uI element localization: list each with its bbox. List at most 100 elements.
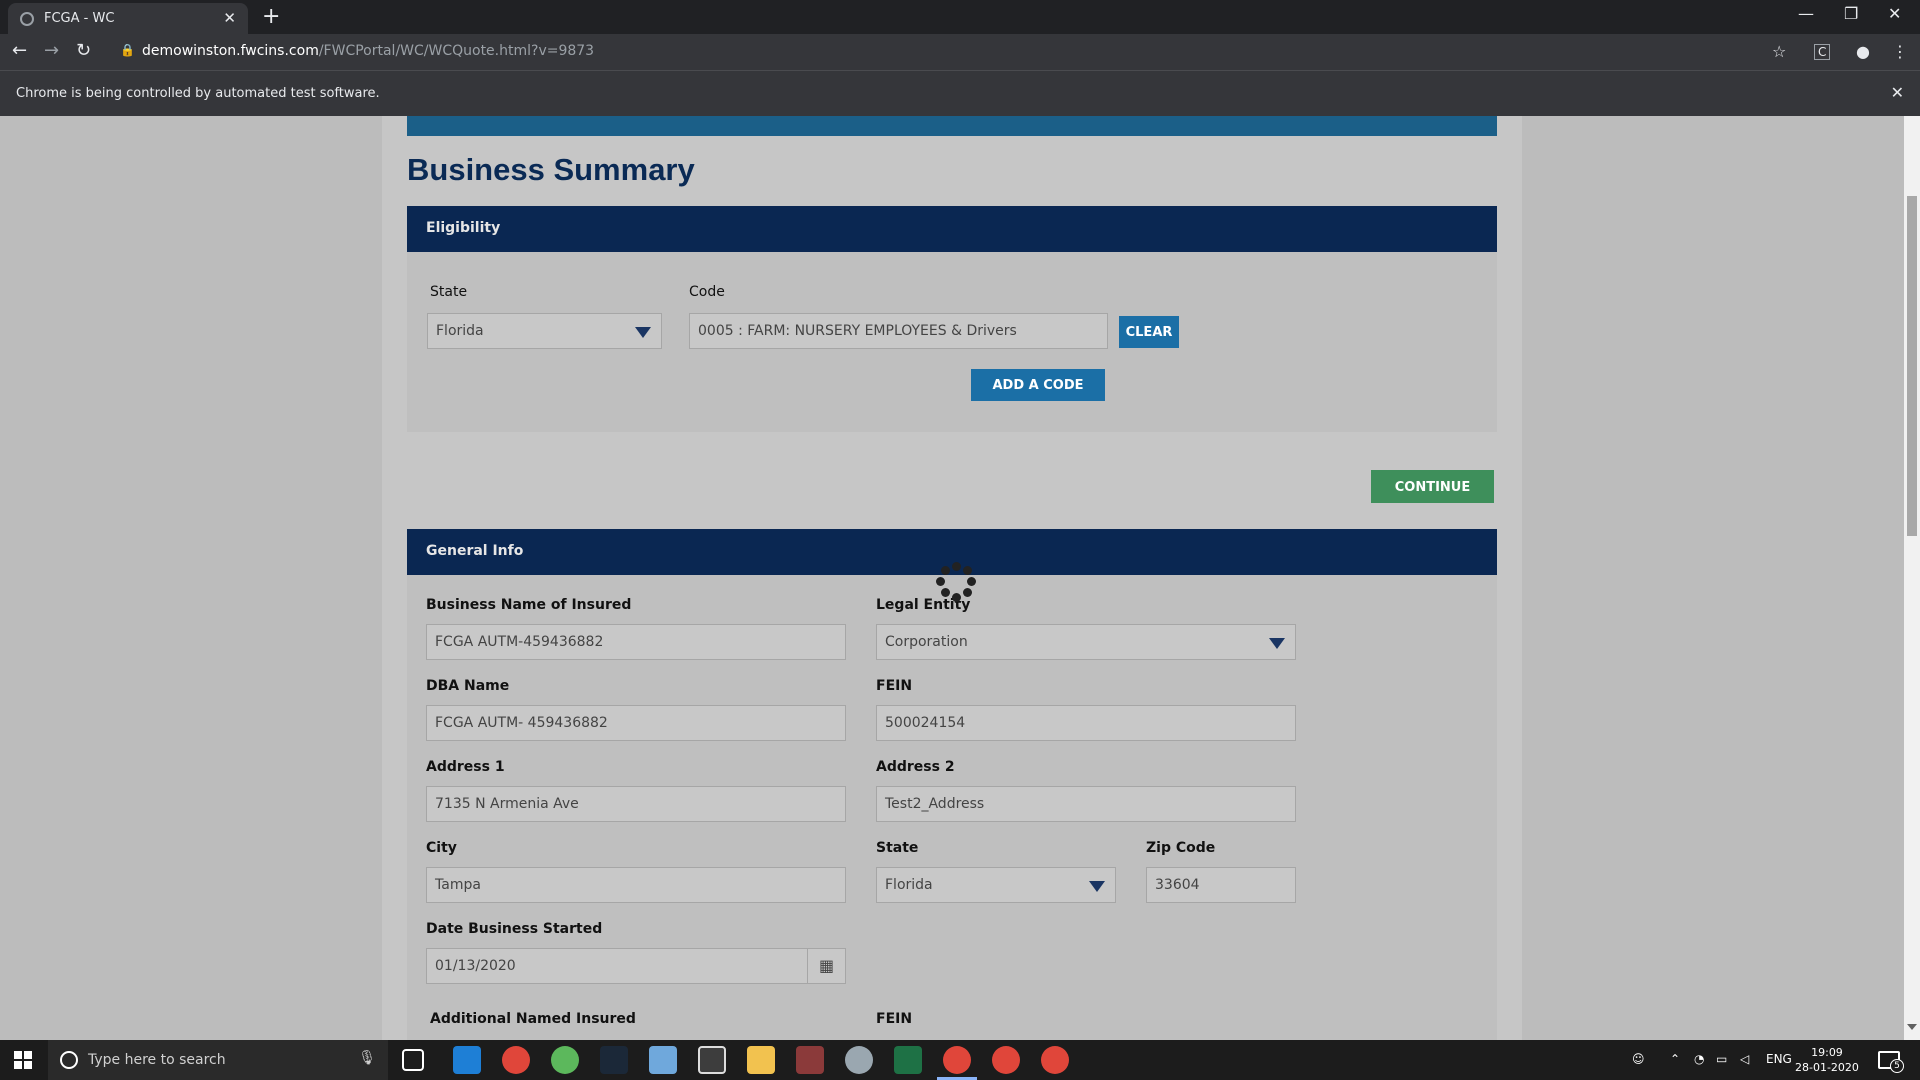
eligibility-header-label: Eligibility — [426, 220, 501, 236]
menu-icon[interactable]: ⋮ — [1892, 42, 1908, 61]
network-icon[interactable]: ◔ — [1694, 1052, 1704, 1066]
address2-label: Address 2 — [876, 759, 955, 775]
additional-insured-label: Additional Named Insured — [430, 1011, 636, 1027]
legal-entity-select[interactable]: Corporation — [876, 624, 1296, 660]
windows-taskbar: Type here to search 🎙 ☺ ⌃ ◔ ▭ ◁ ENG 19:0… — [0, 1040, 1920, 1080]
business-name-input[interactable]: FCGA AUTM-459436882 — [426, 624, 846, 660]
chrome-icon[interactable] — [502, 1046, 530, 1074]
task-view-icon[interactable] — [402, 1049, 424, 1071]
city-label: City — [426, 840, 457, 856]
address-state-value: Florida — [885, 877, 933, 893]
date-started-label: Date Business Started — [426, 921, 603, 937]
edge-icon[interactable] — [453, 1046, 481, 1074]
date-started-input[interactable]: 01/13/2020 — [426, 948, 808, 984]
window-close-icon[interactable]: ✕ — [1888, 4, 1901, 23]
browser-tab[interactable]: FCGA - WC ✕ — [8, 3, 248, 34]
microphone-icon[interactable]: 🎙 — [358, 1050, 376, 1066]
automation-infobar: Chrome is being controlled by automated … — [0, 70, 1920, 116]
star-icon[interactable]: ☆ — [1772, 42, 1786, 61]
address-bar[interactable]: 🔒 demowinston.fwcins.com/FWCPortal/WC/WC… — [108, 39, 1808, 65]
taskbar-search[interactable]: Type here to search 🎙 — [48, 1040, 388, 1080]
restore-icon[interactable]: ❐ — [1844, 4, 1858, 23]
notification-badge: 5 — [1890, 1059, 1904, 1073]
page-title: Business Summary — [407, 152, 695, 187]
dba-label: DBA Name — [426, 678, 510, 694]
city-input[interactable]: Tampa — [426, 867, 846, 903]
back-icon[interactable]: ← — [12, 40, 27, 61]
address-state-select[interactable]: Florida — [876, 867, 1116, 903]
fein-input[interactable]: 500024154 — [876, 705, 1296, 741]
date-started-value: 01/13/2020 — [435, 958, 516, 974]
address1-input[interactable]: 7135 N Armenia Ave — [426, 786, 846, 822]
chevron-down-icon — [635, 327, 651, 338]
calendar-icon[interactable]: ▦ — [808, 948, 846, 984]
chrome-second-icon[interactable] — [992, 1046, 1020, 1074]
photos-icon[interactable] — [698, 1046, 726, 1074]
scroll-down-icon[interactable] — [1907, 1024, 1917, 1030]
url-host: demowinston.fwcins.com — [142, 43, 319, 59]
forward-icon[interactable]: → — [44, 40, 59, 61]
general-info-header-label: General Info — [426, 543, 524, 559]
chevron-up-icon[interactable]: ⌃ — [1670, 1052, 1680, 1066]
profile-icon[interactable]: ● — [1856, 42, 1870, 61]
globe-icon — [20, 12, 34, 26]
top-strip — [407, 116, 1497, 136]
scrollbar-thumb[interactable] — [1907, 196, 1917, 536]
file-explorer-icon[interactable] — [747, 1046, 775, 1074]
volume-icon[interactable]: ◁ — [1740, 1052, 1749, 1066]
utorrent-icon[interactable] — [551, 1046, 579, 1074]
page-scrollbar[interactable] — [1904, 116, 1920, 1040]
people-icon[interactable]: ☺ — [1632, 1052, 1645, 1066]
zip-value: 33604 — [1155, 877, 1200, 893]
clear-button[interactable]: CLEAR — [1119, 316, 1179, 348]
steam-icon[interactable] — [600, 1046, 628, 1074]
chrome-active-icon[interactable] — [937, 1046, 977, 1080]
notepad-icon[interactable] — [649, 1046, 677, 1074]
zip-input[interactable]: 33604 — [1146, 867, 1296, 903]
browser-toolbar: ← → ↻ 🔒 demowinston.fwcins.com/FWCPortal… — [0, 34, 1920, 70]
fein-value: 500024154 — [885, 715, 966, 731]
infobar-close-icon[interactable]: ✕ — [1891, 83, 1904, 102]
code-value: 0005 : FARM: NURSERY EMPLOYEES & Drivers — [698, 323, 1017, 339]
reload-icon[interactable]: ↻ — [76, 40, 91, 61]
windows-start-icon[interactable] — [14, 1051, 32, 1069]
notification-icon[interactable]: 5 — [1878, 1051, 1904, 1073]
tab-title: FCGA - WC — [44, 11, 115, 26]
code-input[interactable]: 0005 : FARM: NURSERY EMPLOYEES & Drivers — [689, 313, 1108, 349]
eligibility-state-select[interactable]: Florida — [427, 313, 662, 349]
dba-value: FCGA AUTM- 459436882 — [435, 715, 608, 731]
add-code-button[interactable]: ADD A CODE — [971, 369, 1105, 401]
chevron-down-icon — [1269, 638, 1285, 649]
address2-value: Test2_Address — [885, 796, 985, 812]
address1-label: Address 1 — [426, 759, 505, 775]
paint-icon[interactable] — [845, 1046, 873, 1074]
dba-input[interactable]: FCGA AUTM- 459436882 — [426, 705, 846, 741]
language-indicator[interactable]: ENG — [1766, 1052, 1792, 1066]
chevron-down-icon — [1089, 881, 1105, 892]
extension-icon[interactable]: C — [1814, 44, 1831, 60]
fein-label: FEIN — [876, 678, 913, 694]
business-name-value: FCGA AUTM-459436882 — [435, 634, 604, 650]
cortana-icon — [60, 1051, 78, 1069]
eligibility-state-value: Florida — [436, 323, 484, 339]
zip-label: Zip Code — [1146, 840, 1216, 856]
additional-fein-label: FEIN — [876, 1011, 913, 1027]
page-viewport: Business Summary Eligibility State Flori… — [0, 116, 1904, 1040]
chrome-third-icon[interactable] — [1041, 1046, 1069, 1074]
legal-entity-value: Corporation — [885, 634, 968, 650]
taskbar-clock[interactable]: 19:09 28-01-2020 — [1795, 1045, 1859, 1075]
tab-close-icon[interactable]: ✕ — [223, 9, 236, 27]
minimize-icon[interactable]: — — [1798, 4, 1814, 23]
browser-titlebar: FCGA - WC ✕ + — ❐ ✕ — [0, 0, 1920, 34]
clock-date: 28-01-2020 — [1795, 1061, 1859, 1074]
new-tab-icon[interactable]: + — [262, 4, 280, 29]
lock-icon: 🔒 — [120, 43, 135, 57]
battery-icon[interactable]: ▭ — [1716, 1052, 1727, 1066]
city-value: Tampa — [435, 877, 481, 893]
address2-input[interactable]: Test2_Address — [876, 786, 1296, 822]
game-icon[interactable] — [796, 1046, 824, 1074]
excel-icon[interactable] — [894, 1046, 922, 1074]
continue-button[interactable]: CONTINUE — [1371, 470, 1494, 503]
business-name-label: Business Name of Insured — [426, 597, 632, 613]
infobar-message: Chrome is being controlled by automated … — [16, 86, 380, 101]
